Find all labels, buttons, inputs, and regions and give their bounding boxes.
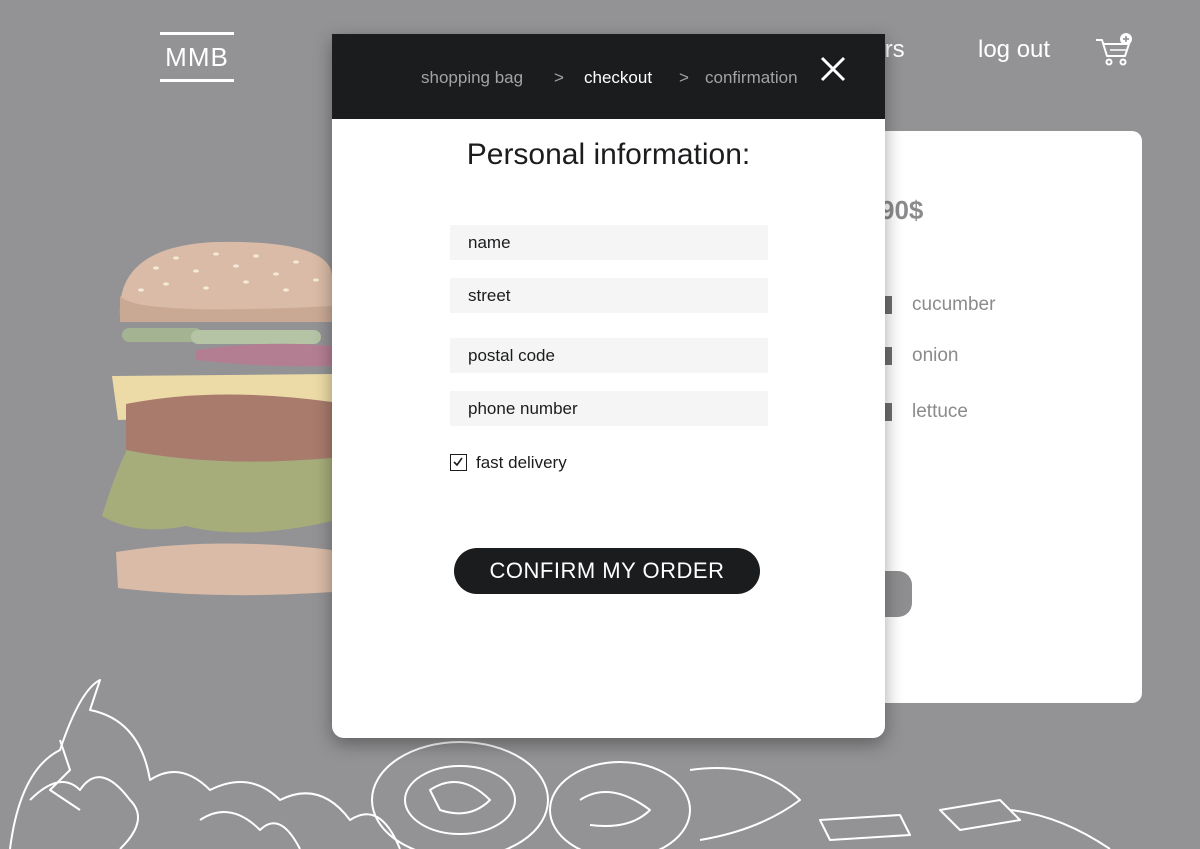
modal-title: Personal information: [466,138,751,171]
breadcrumb-separator: > [554,68,564,87]
breadcrumb-separator: > [679,68,689,87]
ingredient-checkbox[interactable] [884,403,892,421]
breadcrumb-shopping-bag[interactable]: shopping bag [421,68,523,88]
ingredient-label: lettuce [912,401,968,422]
fast-delivery-label: fast delivery [476,453,567,472]
modal-header: shopping bag > checkout > confirmation [332,34,885,119]
ingredient-label: cucumber [912,294,996,315]
street-field[interactable] [450,278,768,313]
fast-delivery-checkbox[interactable] [450,454,467,471]
checkmark-icon [453,457,463,467]
total-price: 90$ [880,195,924,225]
breadcrumb-checkout[interactable]: checkout [584,68,652,88]
logo[interactable]: MMB [160,32,234,82]
confirm-order-button[interactable]: CONFIRM MY ORDER [454,548,760,594]
name-field[interactable] [450,225,768,260]
breadcrumb-confirmation[interactable]: confirmation [705,68,798,88]
ingredient-checkbox[interactable] [884,347,892,365]
ingredient-label: onion [912,345,959,366]
cart-plus-icon[interactable] [1094,32,1134,68]
close-icon[interactable] [818,54,848,84]
phone-number-field[interactable] [450,391,768,426]
ingredient-checkbox[interactable] [884,296,892,314]
nav-logout-link[interactable]: log out [978,36,1050,64]
postal-code-field[interactable] [450,338,768,373]
checkout-modal: shopping bag > checkout > confirmation P… [332,34,885,738]
burger-illustration [102,241,332,596]
